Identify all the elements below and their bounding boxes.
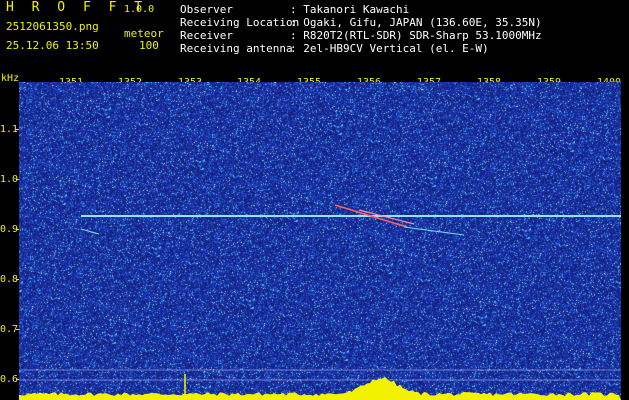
header-panel: H R O F F T 1.0.0 2512061350.png 25.12.0… [0, 0, 629, 72]
meteor-trail-3 [403, 226, 465, 236]
observer-value: : Takanori Kawachi [290, 3, 410, 16]
detection-count: 100 [139, 39, 159, 52]
app-version: 1.0.0 [124, 4, 155, 15]
y-tick-label: 0.6 [0, 374, 19, 385]
y-axis-unit: kHz [1, 73, 20, 84]
y-tick-label: 1.1 [0, 124, 19, 135]
location-label: Receiving Location [180, 16, 300, 29]
location-value: : Ogaki, Gifu, JAPAN (136.60E, 35.35N) [290, 16, 542, 29]
faint-trace [80, 228, 100, 235]
receiver-value: : R820T2(RTL-SDR) SDR-Sharp 53.1000MHz [290, 29, 542, 42]
antenna-label: Receiving antenna [180, 42, 293, 55]
y-tick-label: 0.7 [0, 324, 19, 335]
receiver-label: Receiver [180, 29, 233, 42]
capture-datetime: 25.12.06 13:50 [6, 39, 99, 52]
spectrogram[interactable] [19, 82, 621, 400]
spectrogram-overlay [19, 204, 621, 400]
image-filename: 2512061350.png [6, 20, 99, 33]
signal-level-trace [19, 376, 621, 400]
y-tick-label: 0.9 [0, 224, 19, 235]
antenna-value: : 2el-HB9CV Vertical (el. E-W) [290, 42, 489, 55]
observer-label: Observer [180, 3, 233, 16]
y-tick-label: 0.8 [0, 274, 19, 285]
y-tick-label: 1.0 [0, 174, 19, 185]
